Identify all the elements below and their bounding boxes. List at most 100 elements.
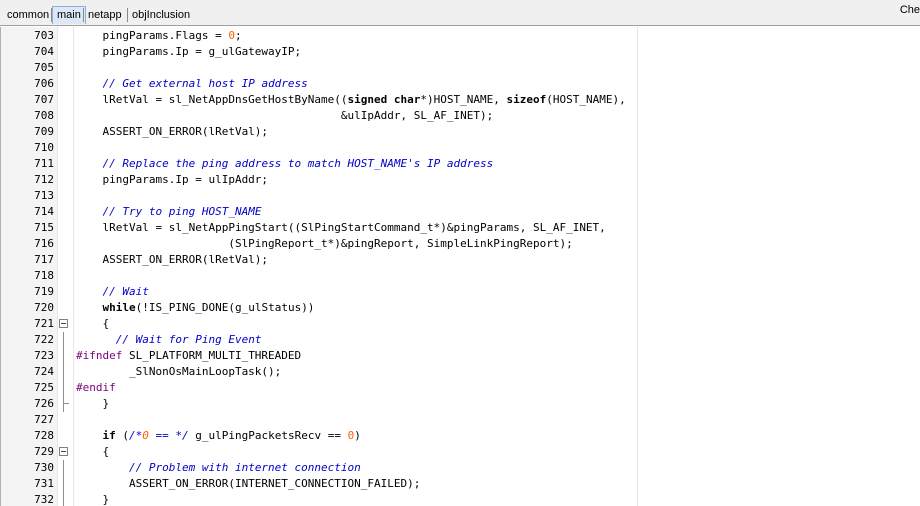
panel-label: Che	[899, 4, 920, 16]
code-text: if (/*0 == */ g_ulPingPacketsRecv == 0)	[102, 429, 361, 442]
code-line[interactable]: 726 }	[1, 396, 920, 412]
code-line[interactable]: 721 {	[1, 316, 920, 332]
code-line[interactable]: 708 &ulIpAddr, SL_AF_INET);	[1, 108, 920, 124]
line-number: 710	[34, 141, 54, 154]
code-text: ASSERT_ON_ERROR(lRetVal);	[76, 253, 269, 266]
line-number: 716	[34, 237, 54, 250]
code-text: // Replace the ping address to match HOS…	[102, 157, 494, 170]
document-tab-bar: common main netapp objInclusion Che	[0, 0, 920, 26]
line-number: 714	[34, 205, 54, 218]
code-line[interactable]: 728 if (/*0 == */ g_ulPingPacketsRecv ==…	[1, 428, 920, 444]
code-line[interactable]: 714 // Try to ping HOST_NAME	[1, 204, 920, 220]
code-line[interactable]: 716 (SlPingReport_t*)&pingReport, Simple…	[1, 236, 920, 252]
code-text: &ulIpAddr, SL_AF_INET);	[76, 109, 494, 122]
fold-line	[63, 396, 64, 412]
code-text: #ifndef SL_PLATFORM_MULTI_THREADED	[76, 349, 302, 362]
line-number: 730	[34, 461, 54, 474]
code-text: }	[76, 493, 110, 506]
code-line[interactable]: 709 ASSERT_ON_ERROR(lRetVal);	[1, 124, 920, 140]
code-line[interactable]: 730 // Problem with internet connection	[1, 460, 920, 476]
code-line[interactable]: 720 while(!IS_PING_DONE(g_ulStatus))	[1, 300, 920, 316]
code-text: pingParams.Ip = ulIpAddr;	[76, 173, 269, 186]
line-number: 731	[34, 477, 54, 490]
line-number: 708	[34, 109, 54, 122]
code-text: pingParams.Flags = 0;	[76, 29, 242, 42]
fold-line	[63, 460, 64, 476]
code-line[interactable]: 718	[1, 268, 920, 284]
code-line[interactable]: 729 {	[1, 444, 920, 460]
line-number: 707	[34, 93, 54, 106]
line-number: 727	[34, 413, 54, 426]
code-line[interactable]: 723 #ifndef SL_PLATFORM_MULTI_THREADED	[1, 348, 920, 364]
code-line[interactable]: 727	[1, 412, 920, 428]
tab-common[interactable]: common	[3, 7, 53, 23]
code-line[interactable]: 725 #endif	[1, 380, 920, 396]
line-number: 720	[34, 301, 54, 314]
code-line[interactable]: 732 }	[1, 492, 920, 506]
code-text: (SlPingReport_t*)&pingReport, SimpleLink…	[76, 237, 573, 250]
fold-collapse-icon[interactable]	[59, 319, 68, 328]
code-editor[interactable]: 703 pingParams.Flags = 0; 704 pingParams.…	[0, 27, 920, 506]
code-line[interactable]: 713	[1, 188, 920, 204]
line-number: 722	[34, 333, 54, 346]
code-text: // Try to ping HOST_NAME	[102, 205, 262, 218]
fold-line	[63, 332, 64, 348]
line-number: 711	[34, 157, 54, 170]
code-text: #endif	[76, 381, 116, 394]
line-number: 719	[34, 285, 54, 298]
code-line[interactable]: 703 pingParams.Flags = 0;	[1, 28, 920, 44]
code-text: lRetVal = sl_NetAppDnsGetHostByName((sig…	[76, 93, 626, 106]
code-text: ASSERT_ON_ERROR(lRetVal);	[76, 125, 269, 138]
line-number: 726	[34, 397, 54, 410]
code-line[interactable]: 705	[1, 60, 920, 76]
tab-objinclusion[interactable]: objInclusion	[128, 7, 194, 23]
line-number: 724	[34, 365, 54, 378]
line-number: 712	[34, 173, 54, 186]
code-text: // Wait	[102, 285, 149, 298]
fold-line	[63, 476, 64, 492]
code-line[interactable]: 712 pingParams.Ip = ulIpAddr;	[1, 172, 920, 188]
line-number: 706	[34, 77, 54, 90]
code-line[interactable]: 731 ASSERT_ON_ERROR(INTERNET_CONNECTION_…	[1, 476, 920, 492]
code-line[interactable]: 707 lRetVal = sl_NetAppDnsGetHostByName(…	[1, 92, 920, 108]
code-line[interactable]: 715 lRetVal = sl_NetAppPingStart((SlPing…	[1, 220, 920, 236]
fold-end	[63, 403, 69, 404]
line-number: 729	[34, 445, 54, 458]
fold-line	[63, 348, 64, 364]
code-text: // Problem with internet connection	[128, 461, 361, 474]
code-text: ASSERT_ON_ERROR(INTERNET_CONNECTION_FAIL…	[76, 477, 421, 490]
fold-line	[63, 380, 64, 396]
code-line[interactable]: 710	[1, 140, 920, 156]
line-number: 715	[34, 221, 54, 234]
line-number: 717	[34, 253, 54, 266]
fold-collapse-icon[interactable]	[59, 447, 68, 456]
line-number: 732	[34, 493, 54, 506]
code-text: lRetVal = sl_NetAppPingStart((SlPingStar…	[76, 221, 606, 234]
line-number: 725	[34, 381, 54, 394]
code-text: {	[76, 317, 110, 330]
line-number: 721	[34, 317, 54, 330]
tab-netapp[interactable]: netapp	[84, 7, 126, 23]
code-text: }	[76, 397, 110, 410]
line-number: 705	[34, 61, 54, 74]
line-number: 718	[34, 269, 54, 282]
code-text: // Get external host IP address	[102, 77, 308, 90]
code-line[interactable]: 706 // Get external host IP address	[1, 76, 920, 92]
code-line[interactable]: 722 // Wait for Ping Event	[1, 332, 920, 348]
code-text: pingParams.Ip = g_ulGatewayIP;	[76, 45, 302, 58]
code-line[interactable]: 711 // Replace the ping address to match…	[1, 156, 920, 172]
line-number: 704	[34, 45, 54, 58]
line-number: 723	[34, 349, 54, 362]
code-text: // Wait for Ping Event	[115, 333, 262, 346]
code-text: {	[76, 445, 110, 458]
line-number: 728	[34, 429, 54, 442]
tab-main[interactable]: main	[52, 6, 86, 24]
code-text: _SlNonOsMainLoopTask();	[76, 365, 282, 378]
code-line[interactable]: 717 ASSERT_ON_ERROR(lRetVal);	[1, 252, 920, 268]
code-line[interactable]: 724 _SlNonOsMainLoopTask();	[1, 364, 920, 380]
code-line[interactable]: 704 pingParams.Ip = g_ulGatewayIP;	[1, 44, 920, 60]
line-number: 709	[34, 125, 54, 138]
code-text: while(!IS_PING_DONE(g_ulStatus))	[102, 301, 315, 314]
fold-line	[63, 364, 64, 380]
code-line[interactable]: 719 // Wait	[1, 284, 920, 300]
